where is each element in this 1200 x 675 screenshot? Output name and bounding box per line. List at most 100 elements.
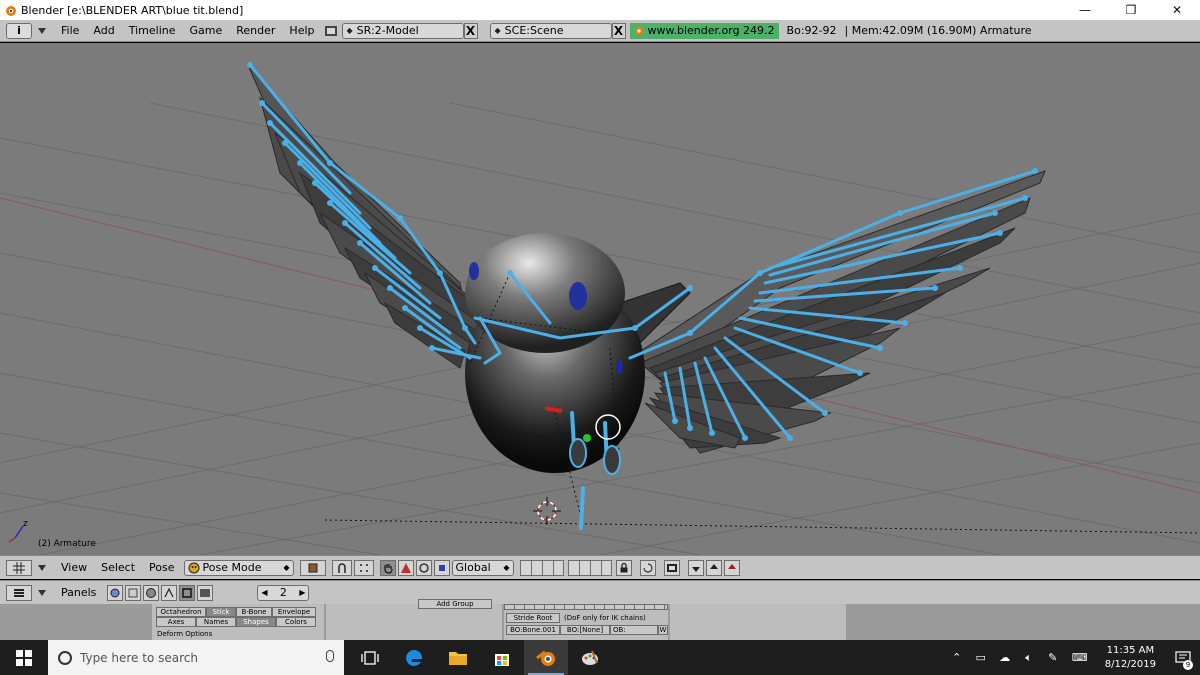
draw-envelope-button[interactable]: Envelope	[272, 607, 316, 617]
store-button[interactable]	[480, 640, 524, 675]
scene-field[interactable]: ◆ SCE:Scene	[489, 22, 612, 39]
shading-context-button[interactable]	[143, 584, 160, 601]
draw-colors-button[interactable]: Colors	[276, 617, 316, 627]
bone-joint[interactable]	[397, 215, 403, 221]
bone-joint[interactable]	[402, 305, 408, 311]
bone-joint[interactable]	[742, 435, 748, 441]
menu-add[interactable]: Add	[86, 24, 121, 37]
bone-joint[interactable]	[787, 435, 793, 441]
bone-joint[interactable]	[672, 418, 678, 424]
collapse-triangle-icon[interactable]	[38, 27, 46, 34]
taskbar-search[interactable]: Type here to search	[48, 640, 344, 675]
bone-joint[interactable]	[342, 220, 348, 226]
bone-joint[interactable]	[687, 425, 693, 431]
object-field[interactable]: OB:	[610, 625, 658, 635]
bone-layers[interactable]	[504, 604, 668, 610]
volume-icon[interactable]: 🔈︎	[1017, 651, 1041, 665]
keyboard-icon[interactable]: ⌨	[1065, 651, 1095, 664]
draw-bbone-button[interactable]: B-Bone	[236, 607, 272, 617]
bone-joint[interactable]	[932, 285, 938, 291]
bone-joint[interactable]	[822, 410, 828, 416]
bone-joint[interactable]	[709, 430, 715, 436]
menu-file[interactable]: File	[54, 24, 86, 37]
action-center-button[interactable]: 9	[1166, 640, 1200, 675]
bone-joint[interactable]	[462, 325, 468, 331]
bone-joint[interactable]	[312, 180, 318, 186]
screen-field[interactable]: ◆ SR:2-Model	[341, 22, 464, 39]
microphone-icon[interactable]	[326, 650, 334, 662]
bone-joint[interactable]	[857, 370, 863, 376]
orientation-dropdown[interactable]: Global ◆	[451, 559, 514, 576]
bone-joint[interactable]	[429, 345, 435, 351]
copy-pose-button[interactable]	[687, 559, 704, 576]
mode-dropdown[interactable]: Pose Mode ◆	[183, 559, 294, 576]
layer-buttons-group-2[interactable]	[567, 559, 612, 576]
bone-joint[interactable]	[282, 140, 288, 146]
paint-taskbar-button[interactable]	[568, 640, 612, 675]
bone-joint[interactable]	[687, 285, 693, 291]
network-icon[interactable]: ☁	[993, 651, 1017, 664]
paste-pose-button[interactable]	[705, 559, 722, 576]
bone-joint[interactable]	[267, 120, 273, 126]
undo-button[interactable]	[639, 559, 656, 576]
object-context-button[interactable]	[161, 584, 178, 601]
battery-icon[interactable]: ▭	[969, 651, 993, 664]
editor-type-button[interactable]: i	[6, 22, 32, 39]
page-number-field[interactable]: ◀ 2 ▶	[257, 584, 310, 601]
manipulator-toggle[interactable]	[379, 559, 396, 576]
file-explorer-button[interactable]	[436, 640, 480, 675]
menu-select[interactable]: Select	[94, 561, 142, 574]
draw-type-button[interactable]	[299, 559, 326, 576]
show-hidden-icons-chevron-icon[interactable]: ⌃	[945, 651, 969, 664]
rotate-manipulator-button[interactable]	[415, 559, 432, 576]
bone-joint[interactable]	[259, 100, 265, 106]
screen-delete-button[interactable]: X	[463, 22, 478, 39]
menu-view[interactable]: View	[54, 561, 94, 574]
logic-context-button[interactable]	[107, 584, 124, 601]
bone-joint[interactable]	[902, 320, 908, 326]
menu-render[interactable]: Render	[229, 24, 282, 37]
bone-joint[interactable]	[507, 270, 513, 276]
pivot-button[interactable]	[331, 559, 352, 576]
scene-context-button[interactable]	[197, 584, 214, 601]
menu-help[interactable]: Help	[282, 24, 321, 37]
taskbar-clock[interactable]: 11:35 AM 8/12/2019	[1095, 644, 1166, 672]
pen-icon[interactable]: ✎	[1041, 651, 1065, 664]
restore-button[interactable]: ❐	[1108, 0, 1154, 20]
w-button[interactable]: W	[658, 625, 668, 635]
scene-delete-button[interactable]: X	[611, 22, 626, 39]
close-button[interactable]: ✕	[1154, 0, 1200, 20]
start-button[interactable]	[0, 640, 48, 675]
paste-flipped-button[interactable]	[723, 559, 740, 576]
render-preview-button[interactable]	[663, 559, 680, 576]
bone-parent-field[interactable]: BO:[None]	[560, 625, 610, 635]
collapse-triangle-icon[interactable]	[38, 589, 46, 596]
bone-joint[interactable]	[632, 325, 638, 331]
editing-context-button[interactable]	[179, 584, 196, 601]
draw-octahedron-button[interactable]: Octahedron	[156, 607, 206, 617]
collapse-triangle-icon[interactable]	[38, 564, 46, 571]
stride-root-button[interactable]: Stride Root	[506, 613, 560, 623]
draw-names-button[interactable]: Names	[196, 617, 236, 627]
bone-joint[interactable]	[992, 210, 998, 216]
bone-joint[interactable]	[1032, 168, 1038, 174]
bone-joint[interactable]	[357, 240, 363, 246]
menu-game[interactable]: Game	[183, 24, 230, 37]
bone-joint[interactable]	[247, 62, 253, 68]
bone-joint[interactable]	[297, 160, 303, 166]
lock-layers-button[interactable]	[615, 559, 632, 576]
editor-type-3dview-button[interactable]	[6, 559, 32, 576]
blender-taskbar-button[interactable]	[524, 640, 568, 675]
bone-joint[interactable]	[1022, 195, 1028, 201]
screen-browse-icon[interactable]	[324, 24, 338, 38]
website-link[interactable]: www.blender.org 249.2	[629, 22, 779, 39]
menu-timeline[interactable]: Timeline	[122, 24, 183, 37]
scale-manipulator-button[interactable]	[433, 559, 450, 576]
draw-axes-button[interactable]: Axes	[156, 617, 196, 627]
task-view-button[interactable]	[348, 640, 392, 675]
script-context-button[interactable]	[125, 584, 142, 601]
snap-button[interactable]	[353, 559, 374, 576]
translate-manipulator-button[interactable]	[397, 559, 414, 576]
draw-shapes-button[interactable]: Shapes	[236, 617, 276, 627]
3d-viewport[interactable]: z (2) Armature	[0, 43, 1200, 555]
